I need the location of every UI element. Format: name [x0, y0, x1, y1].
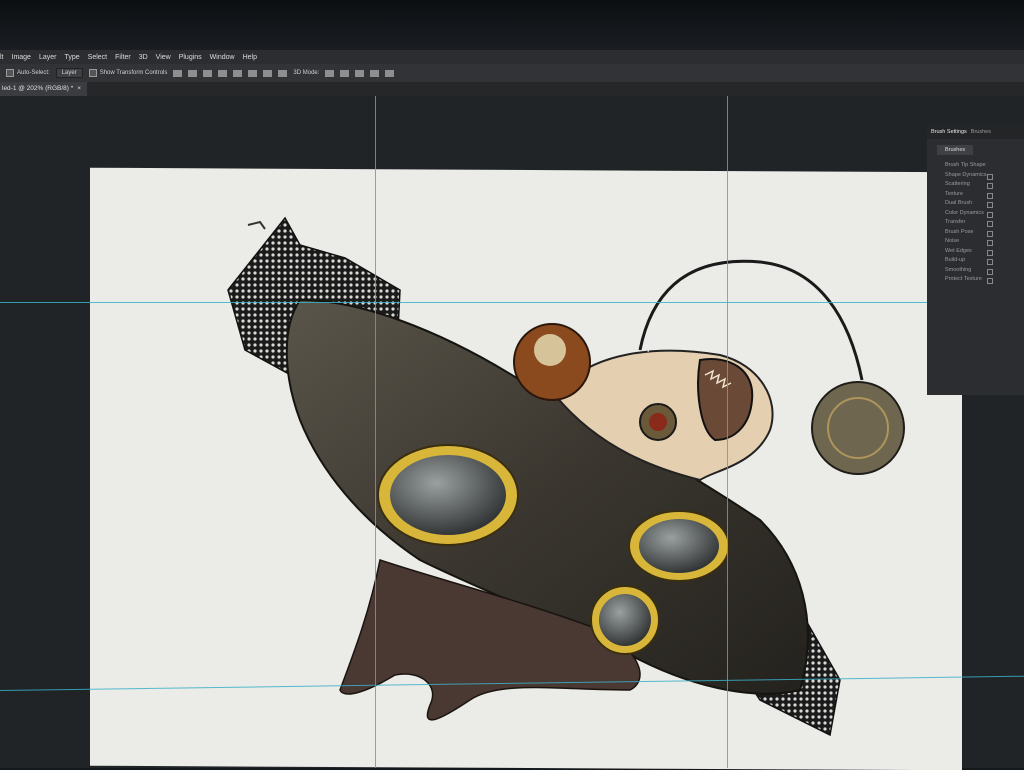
option-smoothing[interactable]: Smoothing	[927, 266, 1024, 276]
lock-icon[interactable]	[987, 278, 993, 284]
option-texture[interactable]: Texture	[927, 190, 1024, 200]
option-dual-brush[interactable]: Dual Brush	[927, 199, 1024, 209]
option-noise[interactable]: Noise	[927, 237, 1024, 247]
option-scattering[interactable]: Scattering	[927, 180, 1024, 190]
lock-icon[interactable]	[987, 211, 993, 218]
tab-brushes[interactable]: Brushes	[971, 129, 991, 135]
guide-vertical[interactable]	[727, 96, 728, 768]
lock-icon[interactable]	[987, 221, 993, 227]
guide-vertical[interactable]	[375, 96, 376, 768]
lock-icon[interactable]	[987, 259, 993, 265]
option-build-up[interactable]: Build-up	[927, 256, 1024, 266]
guide-horizontal[interactable]	[0, 302, 927, 303]
option-color-dynamics[interactable]: Color Dynamics	[927, 209, 1024, 219]
lock-icon[interactable]	[987, 268, 993, 275]
option-brush-pose[interactable]: Brush Pose	[927, 228, 1024, 238]
tab-brush-settings[interactable]: Brush Settings	[931, 129, 967, 135]
option-wet-edges[interactable]: Wet Edges	[927, 247, 1024, 257]
lock-icon[interactable]	[987, 173, 993, 180]
option-transfer[interactable]: Transfer	[927, 218, 1024, 228]
lock-icon[interactable]	[987, 230, 993, 237]
lock-icon[interactable]	[987, 192, 993, 199]
panel-tab-bar: Brush Settings Brushes	[927, 125, 1024, 139]
option-shape-dynamics[interactable]: Shape Dynamics	[927, 171, 1024, 181]
brush-settings-panel: Brush Settings Brushes Brushes Brush Tip…	[927, 125, 1024, 395]
lock-icon[interactable]	[987, 183, 993, 189]
lock-icon[interactable]	[987, 249, 993, 256]
brushes-button[interactable]: Brushes	[937, 145, 974, 155]
brush-options-list: Brush Tip Shape Shape Dynamics Scatterin…	[927, 161, 1024, 285]
steampunk-fish-artwork	[227, 216, 905, 737]
lock-icon[interactable]	[987, 202, 993, 208]
option-brush-tip-shape[interactable]: Brush Tip Shape	[927, 161, 1024, 171]
option-protect-texture[interactable]: Protect Texture	[927, 275, 1024, 285]
lock-icon[interactable]	[987, 240, 993, 246]
